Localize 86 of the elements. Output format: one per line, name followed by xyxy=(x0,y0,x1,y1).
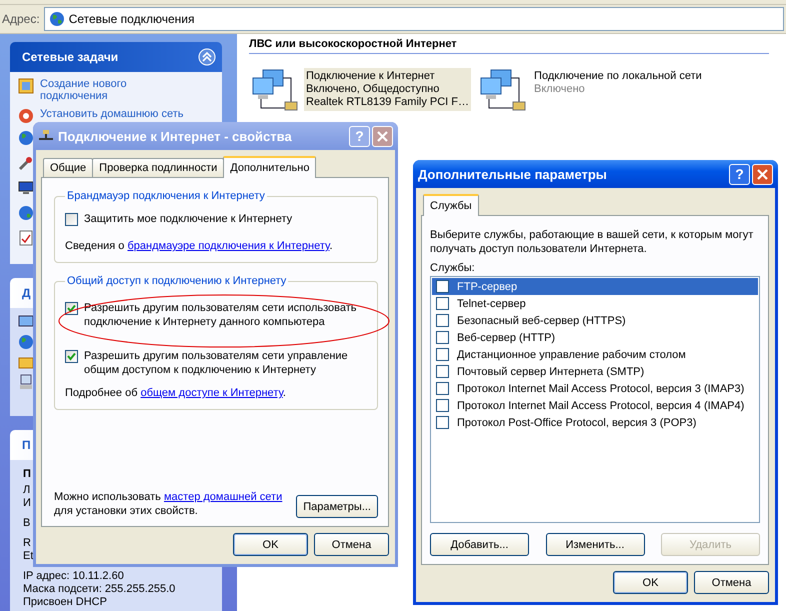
service-item[interactable]: Telnet-сервер xyxy=(432,295,758,312)
service-item[interactable]: Протокол Internet Mail Access Protocol, версия 3 (IMAP3) xyxy=(432,380,758,397)
monitor-icon xyxy=(18,180,34,196)
window-title: Дополнительные параметры xyxy=(418,166,608,182)
service-item[interactable]: Дистанционное управление рабочим столом xyxy=(432,346,758,363)
wizard-link[interactable]: мастер домашней сети xyxy=(164,491,282,503)
detail-text: Маска подсети: 255.255.255.0 xyxy=(23,583,176,596)
checkbox[interactable] xyxy=(436,314,449,327)
computer-icon xyxy=(18,374,34,390)
dialog-button[interactable]: Отмена xyxy=(314,533,389,556)
group-title: Общий доступ к подключению к Интернету xyxy=(66,275,288,287)
panel-title: Сетевые задачи xyxy=(22,50,118,64)
connection-item[interactable]: Подключение к Интернет Включено, Общедоступно Realtek RTL8139 Family PCI F… xyxy=(304,68,472,111)
checkbox[interactable] xyxy=(436,331,449,344)
detail-text: R xyxy=(23,537,31,550)
address-field[interactable]: Сетевые подключения xyxy=(44,7,784,31)
list-button[interactable]: Добавить... xyxy=(430,533,529,556)
globe-icon xyxy=(18,205,34,221)
service-item[interactable]: Протокол Internet Mail Access Protocol, версия 4 (IMAP4) xyxy=(432,397,758,414)
info-text: Сведения о брандмауэре подключения к Интернету. xyxy=(65,240,334,252)
close-icon xyxy=(757,168,768,180)
task-link[interactable]: Создание нового подключения xyxy=(40,78,190,102)
list-label: Службы: xyxy=(430,262,476,274)
checkbox-option[interactable]: Разрешить другим пользователям сети управление общим доступом к подключению к Интернету xyxy=(65,349,367,377)
new-connection-icon xyxy=(18,78,34,94)
tab[interactable]: Проверка подлинности xyxy=(92,158,224,177)
service-item[interactable]: FTP-сервер xyxy=(432,278,758,295)
panel-header[interactable]: Сетевые задачи xyxy=(10,42,222,72)
checkbox[interactable] xyxy=(65,302,78,315)
globe-icon xyxy=(18,334,34,350)
service-item[interactable]: Безопасный веб-сервер (HTTPS) xyxy=(432,312,758,329)
globe-icon xyxy=(48,11,65,27)
close-icon xyxy=(377,130,388,142)
connection-item[interactable]: Подключение по локальной сети Включено xyxy=(532,68,704,98)
connection-name: Подключение по локальной сети xyxy=(534,70,702,83)
detail-text: Л xyxy=(23,484,30,497)
collapse-icon[interactable] xyxy=(198,48,216,66)
detail-text: IP адрес: 10.11.2.60 xyxy=(23,570,124,583)
panel-title: Д xyxy=(22,286,31,300)
checkbox[interactable] xyxy=(436,348,449,361)
window-title: Подключение к Интернет - свойства xyxy=(58,128,293,144)
group-title: Брандмауэр подключения к Интернету xyxy=(66,190,266,202)
dialog-button[interactable]: OK xyxy=(613,571,688,594)
service-item[interactable]: Веб-сервер (HTTP) xyxy=(432,329,758,346)
list-button[interactable]: Изменить... xyxy=(546,533,644,556)
tools-icon xyxy=(18,155,34,171)
globe-icon xyxy=(18,130,34,146)
checkbox[interactable] xyxy=(65,213,78,226)
tab[interactable]: Службы xyxy=(423,194,479,216)
address-label: Адрес: xyxy=(2,12,40,26)
connection-detail: Включено xyxy=(534,83,586,96)
connection-name: Подключение к Интернет xyxy=(306,70,436,83)
dialog-button[interactable]: Отмена xyxy=(694,571,769,594)
connection-icon xyxy=(38,129,54,143)
group-heading: ЛВС или высокоскоростной Интернет xyxy=(249,38,769,54)
info-text: Подробнее об общем доступе к Интернету. xyxy=(65,387,287,399)
checkbox[interactable] xyxy=(436,365,449,378)
detail-text: И xyxy=(23,497,31,510)
checkbox[interactable] xyxy=(436,280,449,293)
dialog-button[interactable]: OK xyxy=(233,533,308,556)
tab[interactable]: Общие xyxy=(43,158,94,177)
document-icon xyxy=(18,230,34,246)
help-button[interactable]: ? xyxy=(729,164,750,184)
detail-text: Et xyxy=(23,550,34,563)
task-link[interactable]: Установить домашнюю сеть xyxy=(40,108,190,120)
detail-text: П xyxy=(23,468,31,481)
service-item[interactable]: Протокол Post-Office Protocol, версия 3 (POP3) xyxy=(432,414,758,431)
description-text: Выберите службы, работающие в вашей сети, к которым могут получать доступ пользователи Интернета. xyxy=(430,228,754,256)
checkbox[interactable] xyxy=(436,399,449,412)
detail-text: В xyxy=(23,517,30,530)
checkbox-option[interactable]: Защитить мое подключение к Интернету xyxy=(65,212,367,226)
firewall-link[interactable]: брандмауэре подключения к Интернету xyxy=(127,240,330,252)
sharing-link[interactable]: общем доступе к Интернету xyxy=(140,387,283,399)
close-button[interactable] xyxy=(752,164,773,184)
checkbox[interactable] xyxy=(436,382,449,395)
footer-text: Можно использовать мастер домашней сети для установки этих свойств. xyxy=(54,490,284,518)
detail-text: Присвоен DHCP xyxy=(23,596,107,609)
checkbox[interactable] xyxy=(436,416,449,429)
settings-button[interactable]: Параметры... xyxy=(296,495,378,518)
connection-detail: Realtek RTL8139 Family PCI F… xyxy=(306,96,470,109)
checkbox[interactable] xyxy=(65,350,78,363)
panel-title: П xyxy=(22,438,31,452)
checkbox[interactable] xyxy=(436,297,449,310)
tab[interactable]: Дополнительно xyxy=(223,156,316,178)
connection-detail: Включено, Общедоступно xyxy=(306,83,440,96)
service-item[interactable]: Почтовый сервер Интернета (SMTP) xyxy=(432,363,758,380)
